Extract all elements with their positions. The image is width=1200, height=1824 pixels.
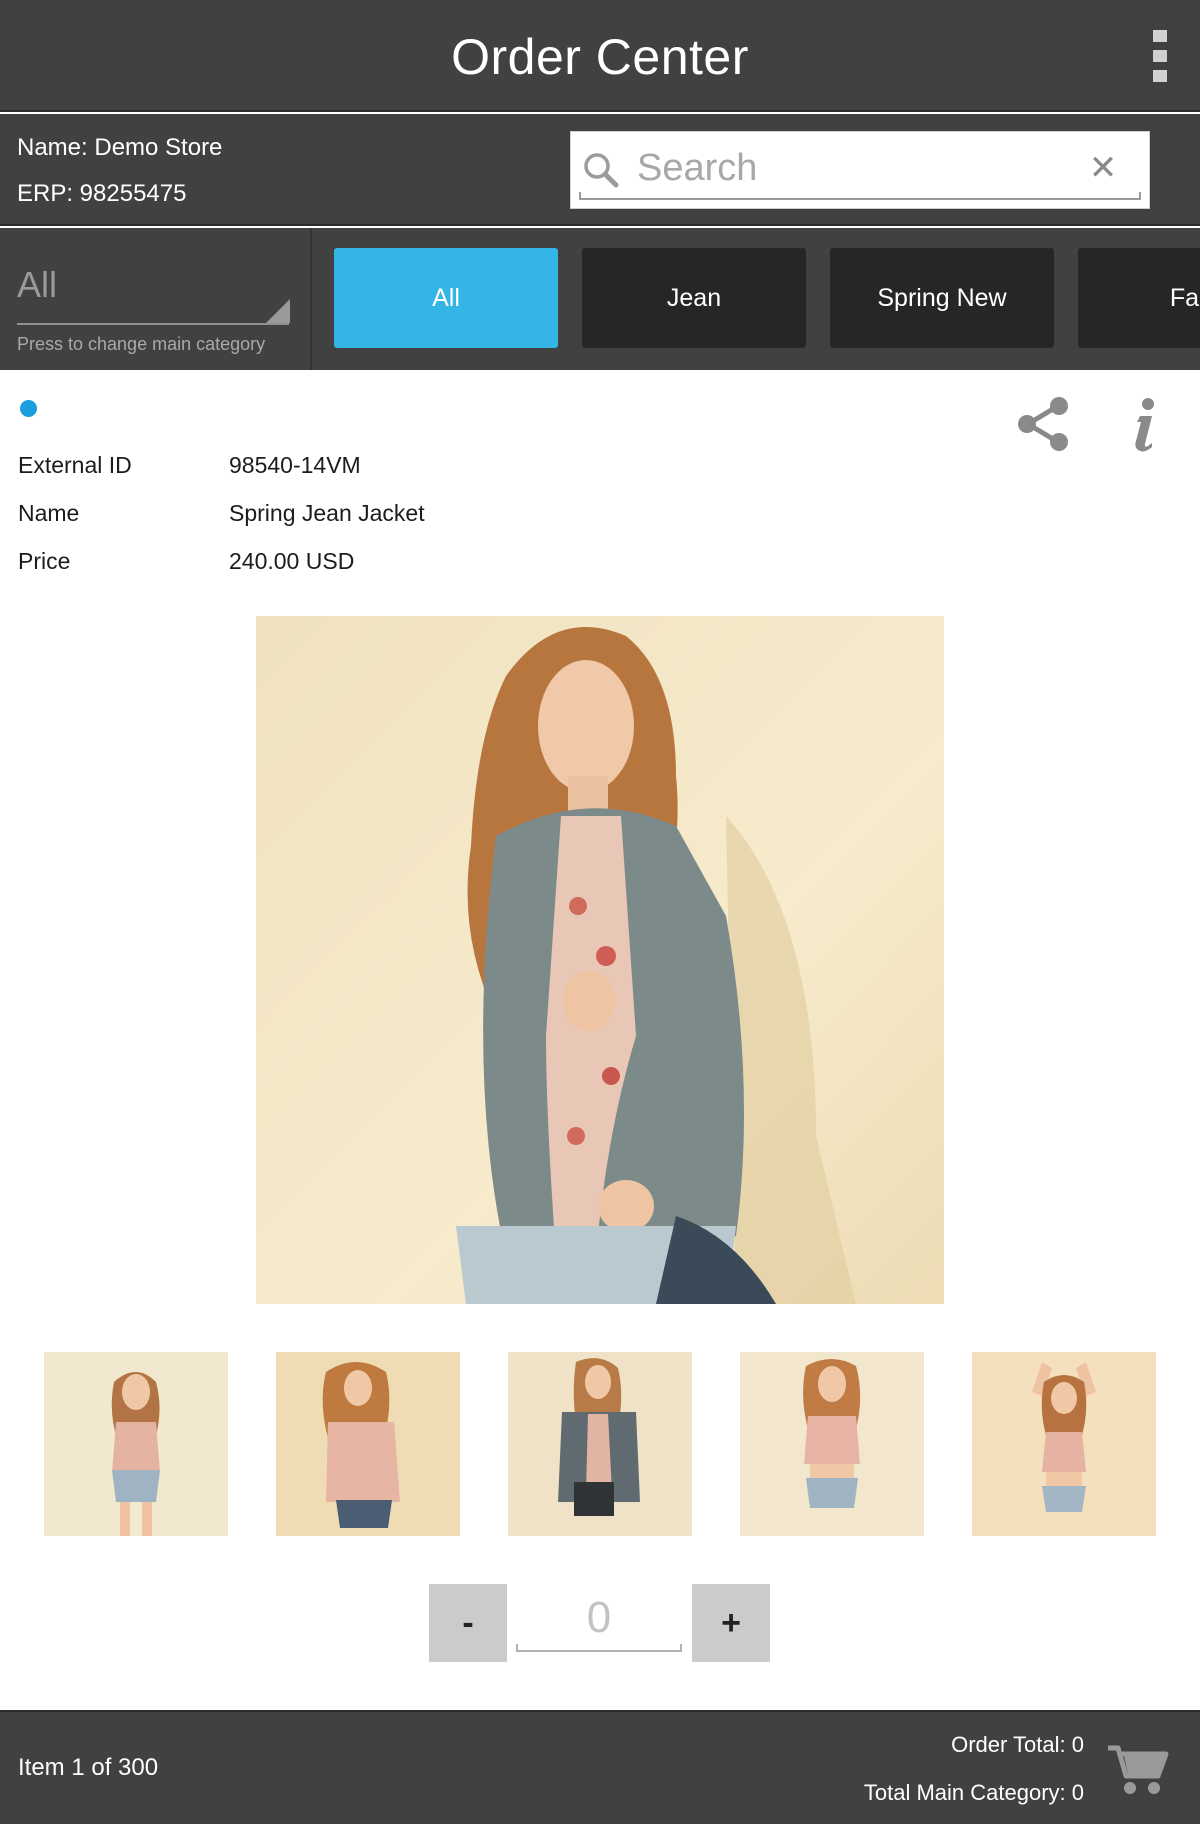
app-bar: Order Center <box>0 0 1200 112</box>
bottom-bar: Item 1 of 300 Order Total: 0 Total Main … <box>0 1710 1200 1824</box>
name-value: Spring Jean Jacket <box>229 500 425 526</box>
store-name: Name: Demo Store <box>17 134 223 161</box>
store-erp: ERP: 98255475 <box>17 180 187 207</box>
order-total: Order Total: 0 <box>951 1732 1084 1757</box>
thumbnail-1[interactable] <box>44 1352 228 1536</box>
price-value: 240.00 USD <box>229 548 355 574</box>
main-category-hint: Press to change main category <box>17 334 266 354</box>
store-info-bar: Name: Demo Store ERP: 98255475 ✕ <box>0 114 1200 226</box>
search-input[interactable] <box>637 146 1057 190</box>
tab-spring-new[interactable]: Spring New <box>830 248 1054 348</box>
price-label: Price <box>18 548 71 574</box>
name-label: Name <box>18 500 80 526</box>
tab-all[interactable]: All <box>334 248 558 348</box>
cart-icon[interactable] <box>1106 1742 1170 1798</box>
thumbnail-2[interactable] <box>276 1352 460 1536</box>
item-count: Item 1 of 300 <box>18 1754 159 1781</box>
overflow-menu-icon[interactable] <box>1142 30 1178 82</box>
increment-button[interactable]: + <box>692 1584 770 1662</box>
search-icon <box>584 153 619 188</box>
decrement-button[interactable]: - <box>429 1584 507 1662</box>
main-category-total: Total Main Category: 0 <box>863 1780 1084 1805</box>
search-box[interactable]: ✕ <box>570 131 1150 209</box>
quantity-underline <box>516 1644 682 1652</box>
main-product-image[interactable] <box>256 616 944 1304</box>
external-id-value: 98540-14VM <box>229 452 361 478</box>
status-indicator-dot <box>20 400 37 417</box>
main-category-selector[interactable]: All Press to change main category <box>0 228 312 370</box>
tab-jean[interactable]: Jean <box>582 248 806 348</box>
quantity-field[interactable]: 0 <box>516 1590 682 1654</box>
tab-fall[interactable]: Fall <box>1078 248 1200 348</box>
category-bar: All Press to change main category All Je… <box>0 228 1200 370</box>
dropdown-corner-icon <box>266 299 290 323</box>
thumbnail-4[interactable] <box>740 1352 924 1536</box>
main-category-underline <box>17 323 289 325</box>
search-underline <box>579 192 1141 200</box>
page-title: Order Center <box>451 29 749 85</box>
clear-search-icon[interactable]: ✕ <box>1083 148 1123 188</box>
thumbnail-5[interactable] <box>972 1352 1156 1536</box>
external-id-label: External ID <box>18 452 132 478</box>
info-icon[interactable] <box>1128 396 1160 452</box>
share-icon[interactable] <box>1016 396 1070 452</box>
main-category-value: All <box>17 264 58 305</box>
thumbnail-3[interactable] <box>508 1352 692 1536</box>
